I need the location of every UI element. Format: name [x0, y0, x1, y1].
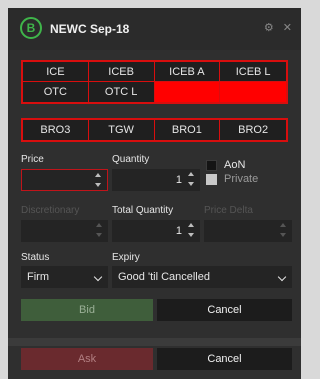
quantity-input[interactable]: 1	[112, 169, 200, 191]
broker-button-bro2[interactable]: BRO2	[220, 120, 286, 140]
venue-button-ice[interactable]: ICE	[23, 62, 89, 82]
venue-button-iceb-l[interactable]: ICEB L	[220, 62, 286, 82]
broker-button-bro3[interactable]: BRO3	[23, 120, 89, 140]
quantity-value: 1	[175, 174, 182, 186]
ticket-header: B NEWC Sep-18 ⚙ ✕	[8, 8, 301, 50]
expiry-select[interactable]: Good 'til Cancelled	[112, 266, 292, 288]
price-delta-label: Price Delta	[204, 205, 253, 216]
ticket-title: NEWC Sep-18	[50, 22, 130, 36]
broker-button-bro1[interactable]: BRO1	[155, 120, 221, 140]
bid-button[interactable]: Bid	[21, 299, 153, 321]
venue-button-iceb-a[interactable]: ICEB A	[154, 62, 221, 82]
header-icons: ⚙ ✕	[258, 21, 292, 34]
chevron-down-icon	[277, 272, 287, 282]
price-label: Price	[21, 154, 44, 165]
expiry-label: Expiry	[112, 252, 140, 263]
side-badge: B	[20, 17, 42, 39]
total-quantity-input[interactable]: 1	[112, 220, 200, 242]
cancel-ask-button[interactable]: Cancel	[157, 348, 292, 370]
venue-button-otc-l[interactable]: OTC L	[89, 82, 155, 102]
price-delta-spinner[interactable]	[279, 223, 287, 237]
price-spinner[interactable]	[94, 173, 102, 187]
venue-grid: ICE ICEB ICEB A ICEB L OTC OTC L	[21, 60, 288, 104]
discretionary-spinner[interactable]	[95, 223, 103, 237]
price-delta-input[interactable]	[204, 220, 292, 242]
private-label: Private	[224, 173, 259, 185]
gear-icon[interactable]: ⚙	[264, 22, 274, 34]
quantity-label: Quantity	[112, 154, 150, 165]
aon-label: AoN	[224, 159, 246, 171]
private-checkbox[interactable]	[206, 174, 217, 185]
venue-empty-slot	[154, 82, 221, 102]
order-ticket-panel: B NEWC Sep-18 ⚙ ✕ ICE ICEB ICEB A ICEB L…	[8, 8, 301, 379]
venue-button-otc[interactable]: OTC	[23, 82, 89, 102]
total-quantity-spinner[interactable]	[187, 223, 195, 237]
aon-checkbox[interactable]	[206, 160, 217, 171]
status-value: Firm	[27, 271, 49, 283]
quantity-spinner[interactable]	[187, 172, 195, 186]
close-icon[interactable]: ✕	[283, 22, 292, 34]
cancel-bid-button[interactable]: Cancel	[157, 299, 292, 321]
discretionary-input[interactable]	[21, 220, 108, 242]
status-label: Status	[21, 252, 50, 263]
total-quantity-value: 1	[175, 225, 182, 237]
broker-button-tgw[interactable]: TGW	[89, 120, 155, 140]
venue-button-iceb[interactable]: ICEB	[88, 62, 155, 82]
chevron-down-icon	[93, 272, 103, 282]
ask-button[interactable]: Ask	[21, 348, 153, 370]
total-quantity-label: Total Quantity	[112, 205, 174, 216]
price-input[interactable]	[21, 169, 108, 191]
expiry-value: Good 'til Cancelled	[118, 271, 210, 283]
broker-grid: BRO3 TGW BRO1 BRO2	[21, 118, 288, 142]
section-divider	[8, 338, 301, 346]
status-select[interactable]: Firm	[21, 266, 108, 288]
discretionary-label: Discretionary	[21, 205, 80, 216]
venue-empty-slot	[220, 82, 286, 102]
